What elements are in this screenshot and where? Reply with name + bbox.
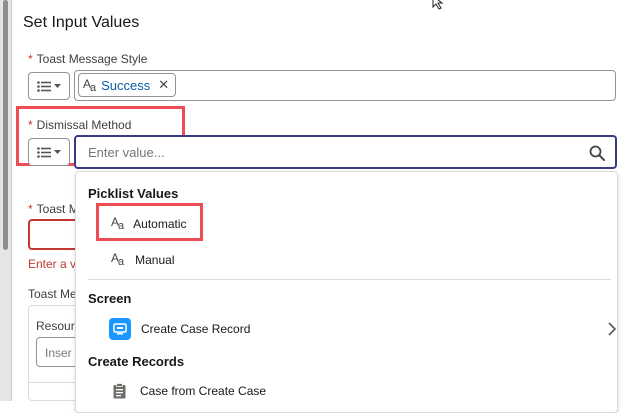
group-header-screen: Screen bbox=[88, 291, 132, 306]
chevron-down-icon bbox=[54, 149, 61, 154]
highlight-box-automatic bbox=[96, 203, 203, 241]
dismissal-label-text: Dismissal Method bbox=[36, 118, 132, 132]
option-label: Manual bbox=[135, 252, 175, 267]
option-manual[interactable]: Aa Manual bbox=[111, 251, 175, 268]
section-title: Set Input Values bbox=[23, 14, 140, 31]
clipboard-icon bbox=[113, 383, 126, 399]
option-label: Create Case Record bbox=[141, 322, 251, 336]
toast-message-label: * Toast M bbox=[28, 202, 79, 216]
required-mark: * bbox=[28, 202, 33, 216]
list-icon bbox=[37, 146, 51, 158]
resource-type-button[interactable] bbox=[28, 72, 70, 100]
toast-style-label-text: Toast Message Style bbox=[36, 52, 148, 66]
list-icon bbox=[37, 80, 51, 92]
search-icon[interactable] bbox=[589, 145, 605, 161]
left-panel-edge bbox=[0, 0, 12, 401]
toast-style-combobox[interactable]: Aa Success ✕ bbox=[74, 70, 616, 101]
pill-label: Success bbox=[101, 77, 151, 93]
option-label: Case from Create Case bbox=[140, 384, 267, 398]
group-header-create-records: Create Records bbox=[88, 354, 185, 369]
toast-style-label: * Toast Message Style bbox=[28, 52, 147, 66]
required-mark: * bbox=[28, 118, 33, 132]
chevron-down-icon bbox=[54, 83, 61, 88]
mouse-cursor-icon bbox=[432, 0, 444, 10]
toast-message-label-text: Toast M bbox=[36, 202, 79, 216]
option-create-case-record[interactable]: Create Case Record bbox=[109, 318, 616, 340]
resource-label: Resour bbox=[36, 319, 75, 333]
insert-resource-placeholder: Inser bbox=[45, 346, 72, 360]
toast-message-label-2: Toast Me bbox=[28, 287, 77, 301]
dismissal-label: * Dismissal Method bbox=[28, 118, 131, 132]
group-divider bbox=[88, 279, 611, 280]
option-case-from-create-case[interactable]: Case from Create Case bbox=[113, 383, 266, 399]
dismissal-type-button[interactable] bbox=[28, 138, 70, 166]
pill-remove-icon[interactable]: ✕ bbox=[158, 77, 169, 93]
text-aa-icon: Aa bbox=[83, 76, 96, 94]
chevron-right-icon[interactable] bbox=[608, 322, 616, 336]
required-mark: * bbox=[28, 52, 33, 66]
scrollbar-thumb[interactable] bbox=[3, 0, 8, 250]
group-header-picklist-values: Picklist Values bbox=[88, 186, 179, 201]
dismissal-combobox[interactable] bbox=[74, 135, 617, 169]
dismissal-search-input[interactable] bbox=[86, 144, 570, 161]
screen-icon bbox=[109, 318, 131, 340]
divider bbox=[28, 382, 76, 383]
selected-pill[interactable]: Aa Success ✕ bbox=[78, 73, 177, 97]
text-aa-icon: Aa bbox=[111, 251, 124, 268]
